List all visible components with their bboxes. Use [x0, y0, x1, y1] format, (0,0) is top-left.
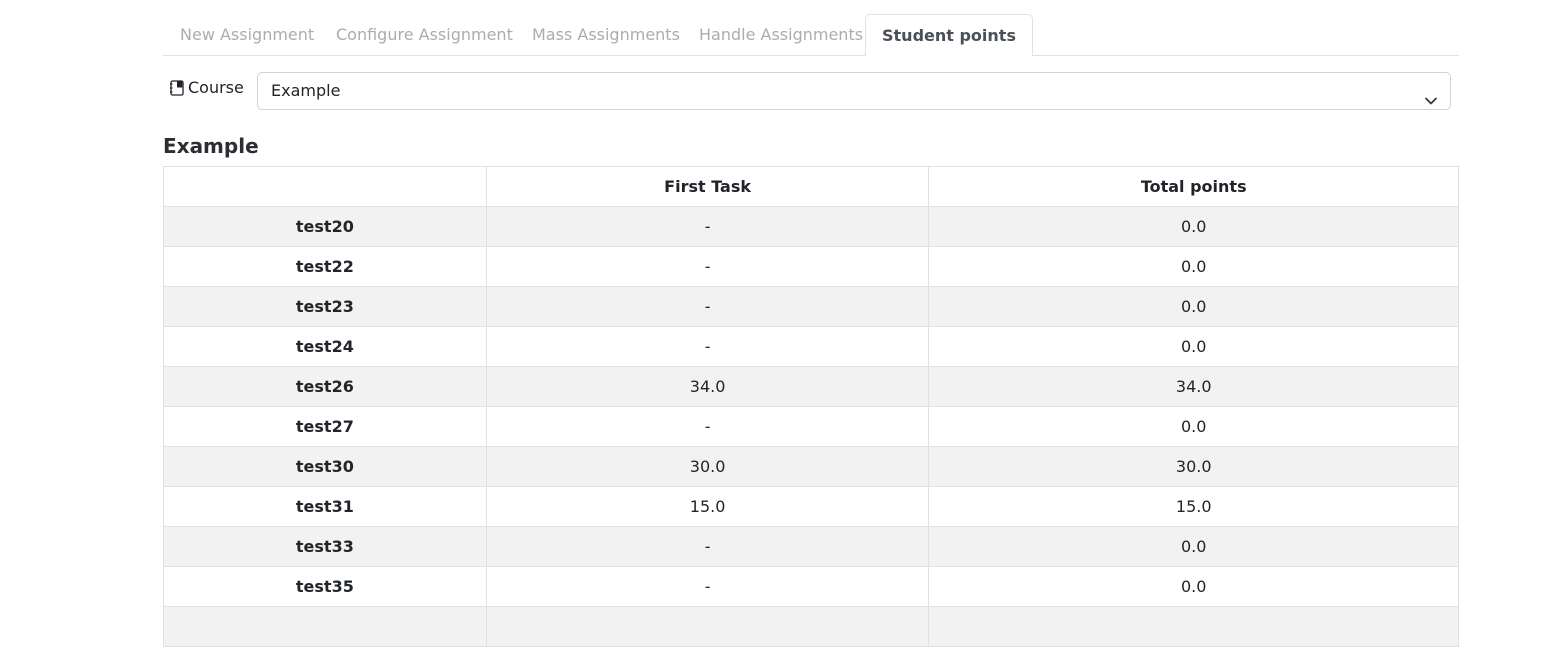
first-task-points: -: [485, 206, 930, 247]
table-row: test35 - 0.0: [163, 566, 1459, 607]
first-task-points: -: [485, 326, 930, 367]
total-points: 15.0: [928, 486, 1459, 527]
student-name: test22: [163, 246, 487, 287]
total-points: 0.0: [928, 326, 1459, 367]
table-row: test22 - 0.0: [163, 246, 1459, 287]
table-row: test30 30.0 30.0: [163, 446, 1459, 487]
tab-mass-assignments[interactable]: Mass Assignments: [532, 14, 680, 56]
header-total-points: Total points: [928, 166, 1459, 207]
tab-configure-assignment[interactable]: Configure Assignment: [336, 14, 513, 56]
first-task-points: -: [485, 246, 930, 287]
course-label: Course: [170, 78, 244, 97]
tab-student-points[interactable]: Student points: [865, 14, 1033, 57]
book-icon: [170, 80, 184, 96]
section-title: Example: [163, 134, 259, 158]
total-points: 34.0: [928, 366, 1459, 407]
total-points: [928, 606, 1459, 647]
chevron-down-icon: [1424, 85, 1438, 105]
total-points: 0.0: [928, 246, 1459, 287]
total-points: 0.0: [928, 526, 1459, 567]
tab-new-assignment[interactable]: New Assignment: [180, 14, 314, 56]
total-points: 0.0: [928, 566, 1459, 607]
table-row: test26 34.0 34.0: [163, 366, 1459, 407]
table-row: test31 15.0 15.0: [163, 486, 1459, 527]
first-task-points: [485, 606, 930, 647]
course-select-value: Example: [271, 81, 341, 100]
course-selector-row: Course Example: [163, 72, 1459, 110]
student-name: test31: [163, 486, 487, 527]
table-header-row: First Task Total points: [163, 166, 1459, 207]
table-row: test23 - 0.0: [163, 286, 1459, 327]
course-label-text: Course: [188, 78, 244, 97]
first-task-points: -: [485, 286, 930, 327]
tab-handle-assignments[interactable]: Handle Assignments: [699, 14, 863, 56]
page-content: New Assignment Configure Assignment Mass…: [163, 0, 1459, 647]
table-row: test24 - 0.0: [163, 326, 1459, 367]
table-row: [163, 606, 1459, 647]
table-row: test27 - 0.0: [163, 406, 1459, 447]
total-points: 0.0: [928, 286, 1459, 327]
first-task-points: 30.0: [485, 446, 930, 487]
header-first-task: First Task: [485, 166, 930, 207]
student-points-table: First Task Total points test20 - 0.0 tes…: [163, 166, 1459, 647]
student-name: test35: [163, 566, 487, 607]
student-name: [163, 606, 487, 647]
table-row: test20 - 0.0: [163, 206, 1459, 247]
first-task-points: -: [485, 406, 930, 447]
header-student: [163, 166, 487, 207]
first-task-points: 15.0: [485, 486, 930, 527]
table-row: test33 - 0.0: [163, 526, 1459, 567]
student-name: test30: [163, 446, 487, 487]
assignment-tabs: New Assignment Configure Assignment Mass…: [163, 0, 1459, 57]
course-select[interactable]: Example: [257, 72, 1451, 110]
student-name: test23: [163, 286, 487, 327]
student-name: test33: [163, 526, 487, 567]
total-points: 0.0: [928, 406, 1459, 447]
student-name: test20: [163, 206, 487, 247]
student-name: test24: [163, 326, 487, 367]
student-name: test26: [163, 366, 487, 407]
first-task-points: -: [485, 526, 930, 567]
total-points: 0.0: [928, 206, 1459, 247]
student-name: test27: [163, 406, 487, 447]
first-task-points: 34.0: [485, 366, 930, 407]
first-task-points: -: [485, 566, 930, 607]
total-points: 30.0: [928, 446, 1459, 487]
